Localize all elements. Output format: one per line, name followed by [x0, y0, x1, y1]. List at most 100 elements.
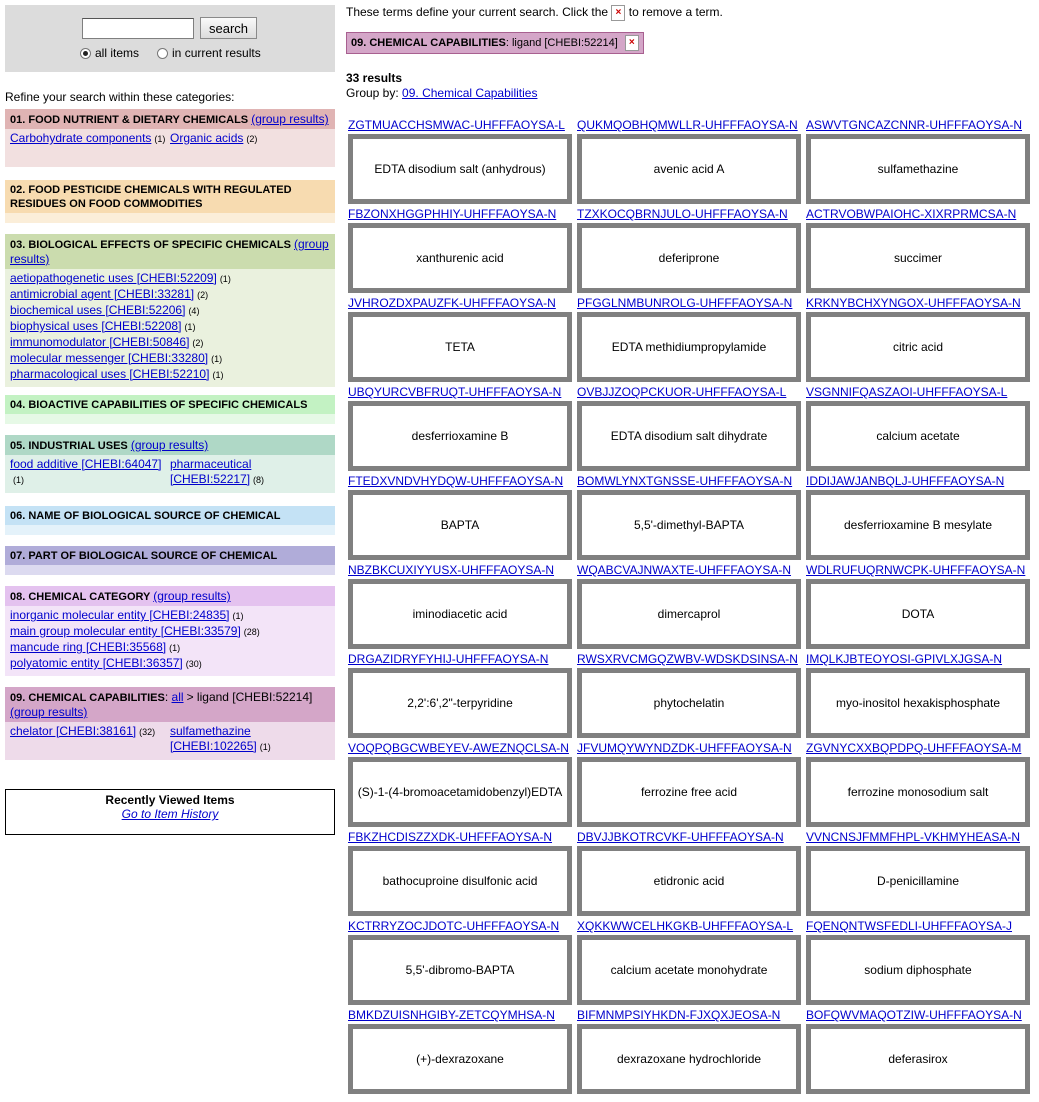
result-inchikey-link[interactable]: DRGAZIDRYFYHIJ-UHFFFAOYSA-N — [348, 652, 572, 666]
result-card[interactable]: desferrioxamine B mesylate — [806, 490, 1030, 560]
result-card[interactable]: dimercaprol — [577, 579, 801, 649]
result-card[interactable]: TETA — [348, 312, 572, 382]
facet-link[interactable]: pharmacological uses [CHEBI:52210] — [10, 367, 209, 381]
facet-link[interactable]: biochemical uses [CHEBI:52206] — [10, 303, 185, 317]
result-inchikey-link[interactable]: JVHROZDXPAUZFK-UHFFFAOYSA-N — [348, 296, 572, 310]
result-inchikey-link[interactable]: BOFQWVMAQOTZIW-UHFFFAOYSA-N — [806, 1008, 1030, 1022]
result-inchikey-link[interactable]: BMKDZUISNHGIBY-ZETCQYMHSA-N — [348, 1008, 572, 1022]
result-inchikey-link[interactable]: FQENQNTWSFEDLI-UHFFFAOYSA-J — [806, 919, 1030, 933]
result-card[interactable]: DOTA — [806, 579, 1030, 649]
result-card[interactable]: EDTA disodium salt (anhydrous) — [348, 134, 572, 204]
result-card[interactable]: 5,5'-dibromo-BAPTA — [348, 935, 572, 1005]
result-inchikey-link[interactable]: TZXKOCQBRNJULO-UHFFFAOYSA-N — [577, 207, 801, 221]
result-inchikey-link[interactable]: PFGGLNMBUNROLG-UHFFFAOYSA-N — [577, 296, 801, 310]
result-inchikey-link[interactable]: ZGVNYCXXBQPDPQ-UHFFFAOYSA-M — [806, 741, 1030, 755]
result-inchikey-link[interactable]: XQKKWWCELHKGKB-UHFFFAOYSA-L — [577, 919, 801, 933]
result-inchikey-link[interactable]: FBZONXHGGPHHIY-UHFFFAOYSA-N — [348, 207, 572, 221]
result-card[interactable]: calcium acetate — [806, 401, 1030, 471]
facet-link[interactable]: mancude ring [CHEBI:35568] — [10, 640, 166, 654]
result-card[interactable]: EDTA disodium salt dihydrate — [577, 401, 801, 471]
item-history-link[interactable]: Go to Item History — [122, 807, 219, 821]
group-by-link[interactable]: 09. Chemical Capabilities — [402, 86, 537, 100]
category-08-group-results-link[interactable]: (group results) — [153, 589, 230, 603]
result-card[interactable]: (S)-1-(4-bromoacetamidobenzyl)EDTA — [348, 757, 572, 827]
facet-link[interactable]: main group molecular entity [CHEBI:33579… — [10, 624, 241, 638]
result-inchikey-link[interactable]: ZGTMUACCHSMWAC-UHFFFAOYSA-L — [348, 118, 572, 132]
category-05-group-results-link[interactable]: (group results) — [131, 438, 208, 452]
result-inchikey-link[interactable]: QUKMQOBHQMWLLR-UHFFFAOYSA-N — [577, 118, 801, 132]
result-card[interactable]: avenic acid A — [577, 134, 801, 204]
result-inchikey-link[interactable]: FBKZHCDISZZXDK-UHFFFAOYSA-N — [348, 830, 572, 844]
result-inchikey-link[interactable]: KRKNYBCHXYNGOX-UHFFFAOYSA-N — [806, 296, 1030, 310]
facet-link[interactable]: Carbohydrate components — [10, 131, 151, 145]
facet-link[interactable]: sulfamethazine [CHEBI:102265] — [170, 724, 257, 753]
result-card[interactable]: D-penicillamine — [806, 846, 1030, 916]
result-card[interactable]: sulfamethazine — [806, 134, 1030, 204]
facet-link[interactable]: immunomodulator [CHEBI:50846] — [10, 335, 189, 349]
result-inchikey-link[interactable]: RWSXRVCMGQZWBV-WDSKDSINSA-N — [577, 652, 801, 666]
result-card[interactable]: etidronic acid — [577, 846, 801, 916]
result-inchikey-link[interactable]: WQABCVAJNWAXTE-UHFFFAOYSA-N — [577, 563, 801, 577]
result-inchikey-link[interactable]: VVNCNSJFMMFHPL-VKHMYHEASA-N — [806, 830, 1030, 844]
result-card[interactable]: desferrioxamine B — [348, 401, 572, 471]
result-card[interactable]: ferrozine free acid — [577, 757, 801, 827]
result-inchikey-link[interactable]: IMQLKJBTEOYOSI-GPIVLXJGSA-N — [806, 652, 1030, 666]
result-card[interactable]: BAPTA — [348, 490, 572, 560]
result-inchikey-link[interactable]: ACTRVOBWPAIOHC-XIXRPRMCSA-N — [806, 207, 1030, 221]
search-input[interactable] — [82, 18, 194, 39]
remove-term-button[interactable]: × — [624, 35, 639, 52]
result-inchikey-link[interactable]: VSGNNIFQASZAOI-UHFFFAOYSA-L — [806, 385, 1030, 399]
category-01-group-results-link[interactable]: (group results) — [251, 112, 328, 126]
result-card[interactable]: dexrazoxane hydrochloride — [577, 1024, 801, 1094]
radio-all-items[interactable] — [80, 47, 91, 59]
result-card[interactable]: 2,2':6',2"-terpyridine — [348, 668, 572, 738]
result-inchikey-link[interactable]: JFVUMQYWYNDZDK-UHFFFAOYSA-N — [577, 741, 801, 755]
result-card[interactable]: 5,5'-dimethyl-BAPTA — [577, 490, 801, 560]
facet-link[interactable]: Organic acids — [170, 131, 243, 145]
result-card[interactable]: iminodiacetic acid — [348, 579, 572, 649]
result-inchikey-link[interactable]: OVBJJZOQPCKUOR-UHFFFAOYSA-L — [577, 385, 801, 399]
result-card[interactable]: bathocuproine disulfonic acid — [348, 846, 572, 916]
radio-current-results-label[interactable]: in current results — [172, 46, 261, 60]
facet-link[interactable]: chelator [CHEBI:38161] — [10, 724, 136, 738]
facet-link[interactable]: food additive [CHEBI:64047] — [10, 457, 161, 471]
result-card[interactable]: (+)-dexrazoxane — [348, 1024, 572, 1094]
facet-link[interactable]: antimicrobial agent [CHEBI:33281] — [10, 287, 194, 301]
result-item: FQENQNTWSFEDLI-UHFFFAOYSA-J sodium diphos… — [806, 919, 1030, 1005]
result-inchikey-link[interactable]: UBQYURCVBFRUQT-UHFFFAOYSA-N — [348, 385, 572, 399]
facet-link[interactable]: biophysical uses [CHEBI:52208] — [10, 319, 181, 333]
result-card[interactable]: sodium diphosphate — [806, 935, 1030, 1005]
category-09-all-link[interactable]: all — [172, 690, 184, 704]
search-button[interactable]: search — [200, 17, 257, 39]
result-inchikey-link[interactable]: VOQPQBGCWBEYEV-AWEZNQCLSA-N — [348, 741, 572, 755]
result-card[interactable]: phytochelatin — [577, 668, 801, 738]
facet-link[interactable]: polyatomic entity [CHEBI:36357] — [10, 656, 183, 670]
result-inchikey-link[interactable]: BIFMNMPSIYHKDN-FJXQXJEOSA-N — [577, 1008, 801, 1022]
result-inchikey-link[interactable]: DBVJJBKOTRCVKF-UHFFFAOYSA-N — [577, 830, 801, 844]
radio-current-results[interactable] — [157, 47, 169, 59]
category-09-group-results-link[interactable]: (group results) — [10, 705, 87, 719]
facet-link[interactable]: aetiopathogenetic uses [CHEBI:52209] — [10, 271, 217, 285]
facet-link[interactable]: inorganic molecular entity [CHEBI:24835] — [10, 608, 229, 622]
result-inchikey-link[interactable]: WDLRUFUQRNWCPK-UHFFFAOYSA-N — [806, 563, 1030, 577]
result-inchikey-link[interactable]: NBZBKCUXIYYUSX-UHFFFAOYSA-N — [348, 563, 572, 577]
radio-all-items-label[interactable]: all items — [95, 46, 139, 60]
result-card[interactable]: myo-inositol hexakisphosphate — [806, 668, 1030, 738]
result-inchikey-link[interactable]: FTEDXVNDVHYDQW-UHFFFAOYSA-N — [348, 474, 572, 488]
result-card[interactable]: calcium acetate monohydrate — [577, 935, 801, 1005]
result-card[interactable]: ferrozine monosodium salt — [806, 757, 1030, 827]
result-inchikey-link[interactable]: KCTRRYZOCJDOTC-UHFFFAOYSA-N — [348, 919, 572, 933]
result-inchikey-link[interactable]: BOMWLYNXTGNSSE-UHFFFAOYSA-N — [577, 474, 801, 488]
facet-link[interactable]: molecular messenger [CHEBI:33280] — [10, 351, 208, 365]
result-inchikey-link[interactable]: ASWVTGNCAZCNNR-UHFFFAOYSA-N — [806, 118, 1030, 132]
category-08: 08. CHEMICAL CATEGORY (group results) in… — [5, 586, 335, 676]
result-inchikey-link[interactable]: IDDIJAWJANBQLJ-UHFFFAOYSA-N — [806, 474, 1030, 488]
category-02-header: 02. FOOD PESTICIDE CHEMICALS WITH REGULA… — [5, 180, 335, 213]
facet-link[interactable]: pharmaceutical [CHEBI:52217] — [170, 457, 251, 486]
result-card[interactable]: EDTA methidiumpropylamide — [577, 312, 801, 382]
result-card[interactable]: deferiprone — [577, 223, 801, 293]
result-card[interactable]: xanthurenic acid — [348, 223, 572, 293]
result-card[interactable]: citric acid — [806, 312, 1030, 382]
result-card[interactable]: succimer — [806, 223, 1030, 293]
result-card[interactable]: deferasirox — [806, 1024, 1030, 1094]
